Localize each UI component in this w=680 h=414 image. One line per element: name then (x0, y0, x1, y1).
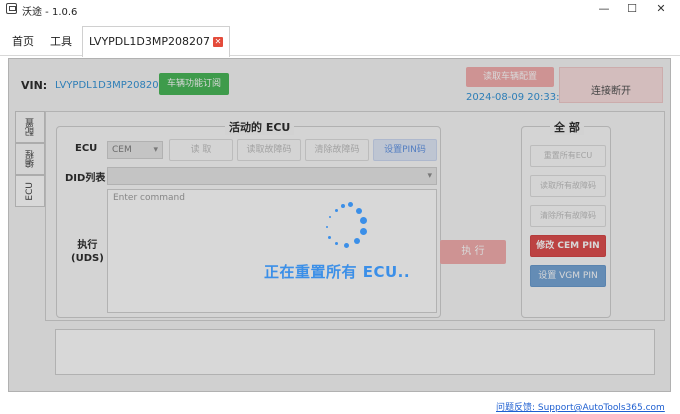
window-title: 沃途 - 1.0.6 (22, 7, 78, 18)
tab-vehicle-label: LVYPDL1D3MP208207 (89, 35, 210, 48)
app-icon (6, 3, 17, 14)
tab-vehicle[interactable]: LVYPDL1D3MP208207 ✕ (82, 26, 230, 57)
loading-text: 正在重置所有 ECU.. (264, 263, 411, 281)
tab-tools[interactable]: 工具 (50, 28, 72, 56)
support-link[interactable]: 问题反馈: Support@AutoTools365.com (496, 400, 665, 413)
minimize-button[interactable]: — (589, 0, 619, 18)
loading-spinner-icon (316, 200, 372, 256)
close-window-button[interactable]: ✕ (646, 0, 676, 18)
tab-bar: 首页 工具 LVYPDL1D3MP208207 ✕ (0, 20, 680, 57)
maximize-button[interactable]: ☐ (617, 0, 647, 18)
title-bar: 沃途 - 1.0.6 — ☐ ✕ (0, 0, 680, 18)
close-tab-icon[interactable]: ✕ (212, 37, 223, 47)
tab-home[interactable]: 首页 (12, 28, 34, 56)
loading-overlay: 正在重置所有 ECU.. (8, 58, 671, 392)
